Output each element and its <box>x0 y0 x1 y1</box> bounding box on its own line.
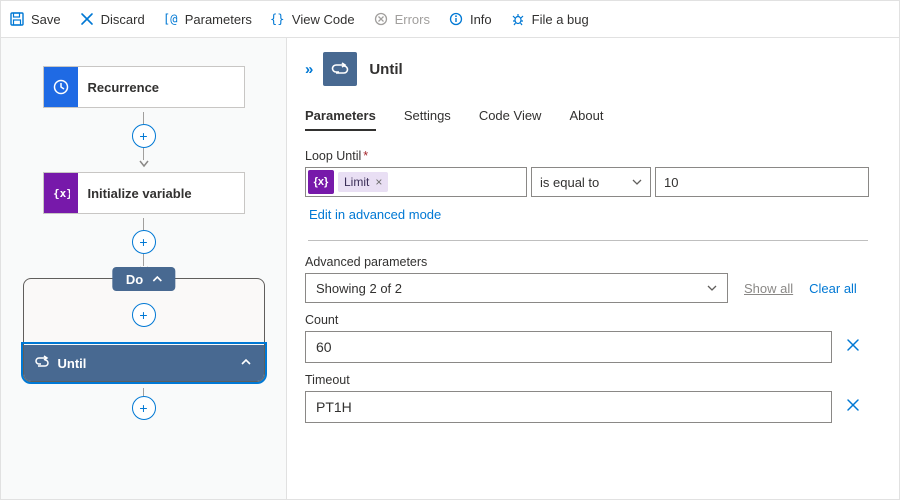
until-footer[interactable]: Until <box>24 345 264 381</box>
add-action-in-scope-button[interactable]: + <box>132 303 156 327</box>
loop-icon <box>323 52 357 86</box>
loop-icon <box>34 355 50 372</box>
svg-text:[@]: [@] <box>163 12 179 26</box>
recurrence-label: Recurrence <box>78 80 160 95</box>
comparison-value-input[interactable]: 10 <box>655 167 869 197</box>
parameters-label: Parameters <box>185 12 252 27</box>
workflow-canvas[interactable]: Recurrence + {x} Initialize variable <box>1 38 287 499</box>
viewcode-label: View Code <box>292 12 355 27</box>
clear-all-link[interactable]: Clear all <box>809 281 857 296</box>
save-icon <box>9 11 25 27</box>
panel-title: Until <box>369 61 402 78</box>
braces-icon: {} <box>270 11 286 27</box>
timeout-input[interactable]: PT1H <box>305 391 832 423</box>
info-label: Info <box>470 12 492 27</box>
filebug-button[interactable]: File a bug <box>510 11 589 27</box>
tab-codeview[interactable]: Code View <box>479 108 542 131</box>
error-icon <box>373 11 389 27</box>
chevron-down-icon <box>707 281 717 296</box>
count-input[interactable]: 60 <box>305 331 832 363</box>
info-button[interactable]: Info <box>448 11 492 27</box>
loop-until-expression-input[interactable]: {x} Limit × <box>305 167 527 197</box>
errors-button: Errors <box>373 11 430 27</box>
advanced-parameters-value: Showing 2 of 2 <box>316 281 402 296</box>
variable-icon: {x} <box>44 173 78 213</box>
do-header[interactable]: Do <box>112 267 175 291</box>
until-label: Until <box>58 356 87 371</box>
loop-until-label: Loop Until* <box>305 149 881 163</box>
fx-icon: {x} <box>308 170 334 194</box>
discard-label: Discard <box>101 12 145 27</box>
tab-about[interactable]: About <box>569 108 603 131</box>
chevron-up-icon <box>240 356 252 371</box>
clear-timeout-button[interactable] <box>846 398 860 416</box>
chevron-up-icon <box>151 273 163 285</box>
tab-settings[interactable]: Settings <box>404 108 451 131</box>
do-label: Do <box>126 272 143 287</box>
viewcode-button[interactable]: {} View Code <box>270 11 355 27</box>
svg-text:{x}: {x} <box>53 187 70 200</box>
variable-token-limit[interactable]: Limit × <box>338 172 388 192</box>
advanced-parameters-label: Advanced parameters <box>305 255 881 269</box>
add-step-button[interactable]: + <box>132 230 156 254</box>
discard-button[interactable]: Discard <box>79 11 145 27</box>
operator-dropdown[interactable]: is equal to <box>531 167 651 197</box>
save-button[interactable]: Save <box>9 11 61 27</box>
arrow-down-icon <box>139 160 149 168</box>
designer-toolbar: Save Discard [@] Parameters {} View Code… <box>1 1 899 38</box>
initvar-label: Initialize variable <box>78 186 192 201</box>
operator-value: is equal to <box>540 175 599 190</box>
clock-icon <box>44 67 78 107</box>
errors-label: Errors <box>395 12 430 27</box>
advanced-parameters-dropdown[interactable]: Showing 2 of 2 <box>305 273 728 303</box>
panel-tabs: Parameters Settings Code View About <box>305 108 881 131</box>
add-step-button[interactable]: + <box>132 396 156 420</box>
recurrence-node[interactable]: Recurrence <box>43 66 245 108</box>
info-icon <box>448 11 464 27</box>
filebug-label: File a bug <box>532 12 589 27</box>
section-divider <box>308 240 868 241</box>
close-icon <box>79 11 95 27</box>
tab-parameters[interactable]: Parameters <box>305 108 376 131</box>
timeout-label: Timeout <box>305 373 881 387</box>
parameters-button[interactable]: [@] Parameters <box>163 11 252 27</box>
collapse-panel-button[interactable]: » <box>305 61 311 78</box>
add-step-button[interactable]: + <box>132 124 156 148</box>
count-label: Count <box>305 313 881 327</box>
details-panel: » Until Parameters Settings Code View Ab… <box>287 38 899 499</box>
parameters-icon: [@] <box>163 11 179 27</box>
chevron-down-icon <box>632 175 642 190</box>
svg-text:{}: {} <box>270 12 284 26</box>
initialize-variable-node[interactable]: {x} Initialize variable <box>43 172 245 214</box>
edit-advanced-mode-link[interactable]: Edit in advanced mode <box>309 207 441 222</box>
show-all-link[interactable]: Show all <box>744 281 793 296</box>
bug-icon <box>510 11 526 27</box>
remove-token-button[interactable]: × <box>375 175 382 189</box>
clear-count-button[interactable] <box>846 338 860 356</box>
save-label: Save <box>31 12 61 27</box>
until-scope[interactable]: Do + Until <box>23 278 265 382</box>
